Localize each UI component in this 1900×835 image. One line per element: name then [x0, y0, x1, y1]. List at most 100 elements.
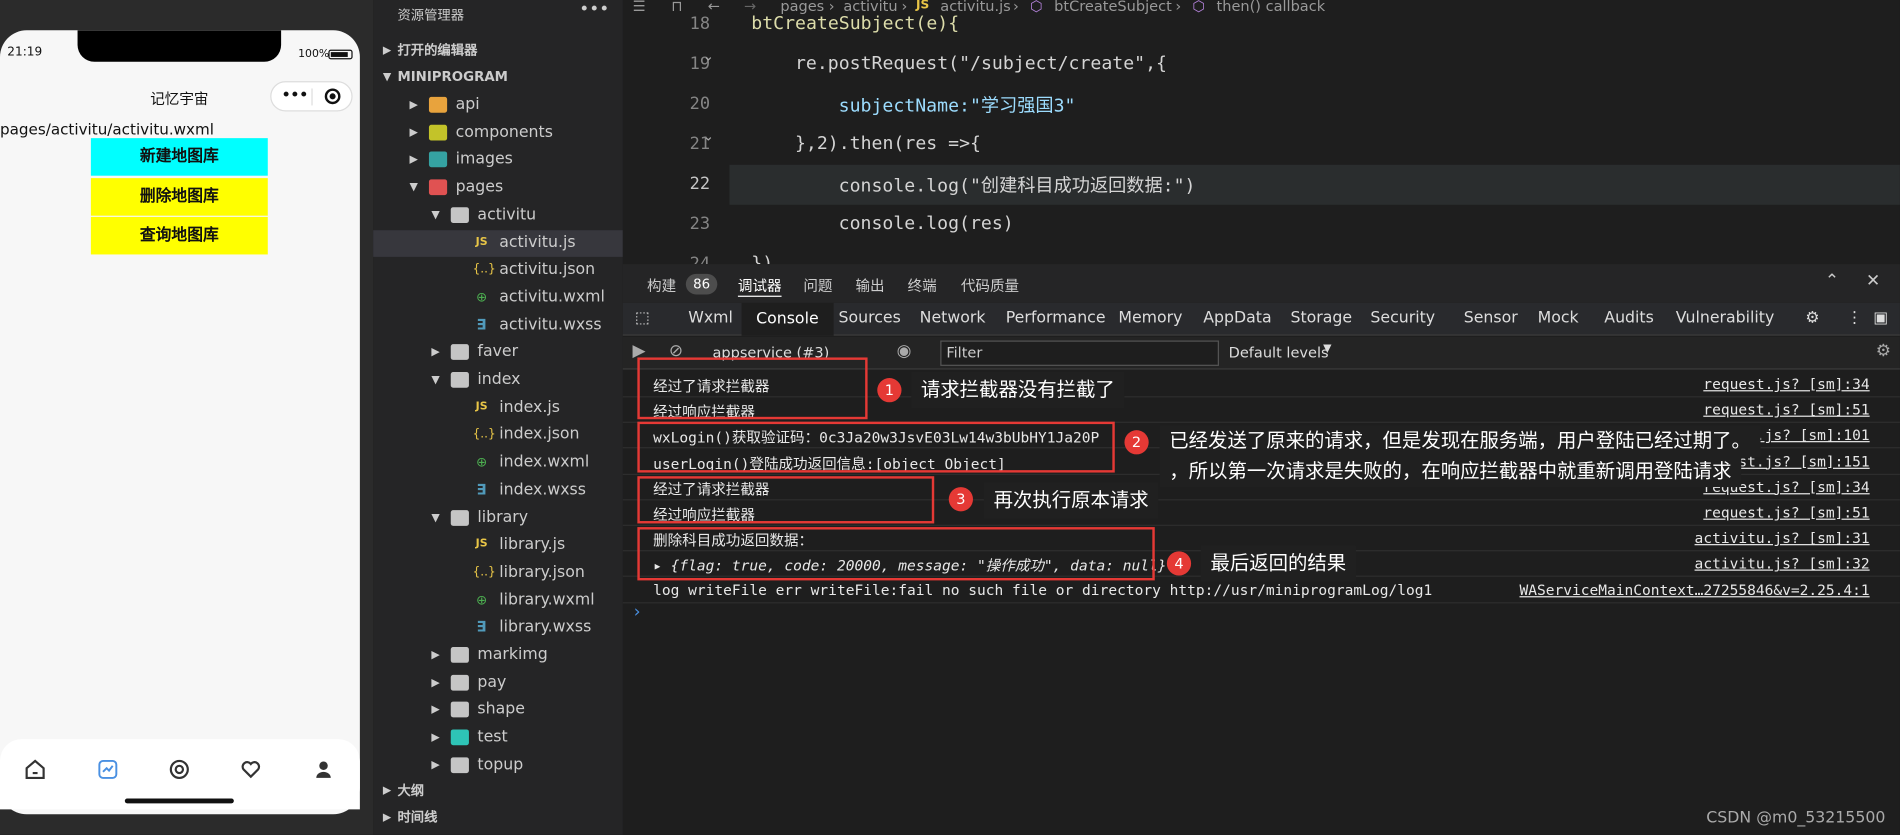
chevron-down-icon[interactable]: ▼ — [1323, 343, 1331, 355]
close-target-icon[interactable] — [324, 88, 341, 105]
tree-item[interactable]: ▶ api — [373, 92, 623, 119]
tree-item[interactable]: ⊕ activitu.wxml — [373, 285, 623, 312]
tree-item[interactable]: ∃ library.wxss — [373, 615, 623, 642]
tab-performance[interactable]: Performance — [1006, 309, 1106, 327]
tree-item[interactable]: JS library.js — [373, 532, 623, 559]
mini-program-capsule[interactable]: ••• — [270, 81, 353, 112]
tree-item[interactable]: ▶ pay — [373, 670, 623, 697]
home-icon[interactable] — [22, 757, 49, 784]
tab-code-quality[interactable]: 代码质量 — [961, 275, 1019, 296]
tree-item[interactable]: ⊕ index.wxml — [373, 450, 623, 477]
tree-item[interactable]: ▶ shape — [373, 697, 623, 724]
chevron-right-icon[interactable]: ▶ — [410, 147, 418, 174]
tree-item[interactable]: ▼ pages — [373, 175, 623, 202]
settings-icon[interactable]: ⚙ — [1805, 309, 1819, 327]
query-map-library-button[interactable]: 查询地图库 — [90, 216, 268, 255]
tree-item[interactable]: ∃ activitu.wxss — [373, 312, 623, 339]
tab-build[interactable]: 构建 — [647, 275, 676, 296]
tree-item[interactable]: ▼ activitu — [373, 202, 623, 229]
tree-item[interactable]: JS activitu.js — [373, 229, 623, 257]
console-source-link[interactable]: activitu.js? [sm]:32 — [1695, 555, 1870, 572]
tree-item[interactable]: ▼ index — [373, 367, 623, 394]
chevron-right-icon[interactable]: ▶ — [431, 642, 439, 669]
fold-icon[interactable]: ⌄ — [703, 128, 714, 144]
tab-sources[interactable]: Sources — [838, 309, 900, 327]
chevron-down-icon[interactable]: ▼ — [431, 367, 439, 394]
chevron-right-icon[interactable]: ▶ — [410, 92, 418, 119]
tree-item[interactable]: ▶ faver — [373, 340, 623, 367]
tab-memory[interactable]: Memory — [1118, 309, 1182, 327]
tab-storage[interactable]: Storage — [1290, 309, 1352, 327]
annotation-box-2 — [637, 421, 1115, 473]
console-source-link[interactable]: WAServiceMainContext…27255846&v=2.25.4:1 — [1519, 581, 1869, 598]
filter-input[interactable]: Filter — [940, 340, 1219, 366]
chevron-right-icon[interactable]: ▶ — [410, 120, 418, 147]
user-icon[interactable] — [310, 757, 337, 784]
code-editor[interactable]: ☰ ⊓ ← → pages › activitu › JS activitu.j… — [622, 0, 1900, 265]
bookmark-icon[interactable]: ⊓ — [671, 0, 682, 13]
breadcrumb-callback[interactable]: then() callback — [1217, 0, 1326, 13]
chevron-right-icon[interactable]: ▶ — [431, 725, 439, 752]
kebab-menu-icon[interactable]: ⋮ — [1847, 309, 1863, 327]
chevron-down-icon[interactable]: ▼ — [431, 202, 439, 229]
chevron-right-icon[interactable]: ▶ — [431, 752, 439, 779]
close-icon[interactable]: ✕ — [1866, 271, 1880, 290]
delete-map-library-button[interactable]: 删除地图库 — [90, 178, 268, 216]
section-miniprogram[interactable]: ▼ MINIPROGRAM — [373, 64, 623, 91]
line-number: 22 — [689, 174, 711, 194]
tree-item[interactable]: {..} activitu.json — [373, 257, 623, 284]
heart-icon[interactable] — [237, 757, 264, 784]
more-icon[interactable]: ••• — [281, 86, 309, 105]
eye-icon[interactable]: ◉ — [897, 342, 912, 361]
console-prompt[interactable]: › — [634, 602, 641, 621]
tree-item[interactable]: {..} index.json — [373, 422, 623, 449]
tab-terminal[interactable]: 终端 — [908, 275, 937, 296]
lifebuoy-icon[interactable] — [166, 757, 193, 784]
console-source-link[interactable]: request.js? [sm]:34 — [1703, 376, 1869, 393]
tab-console[interactable]: Console — [741, 302, 834, 336]
tab-appdata[interactable]: AppData — [1203, 309, 1271, 327]
tab-audits[interactable]: Audits — [1604, 309, 1654, 327]
breadcrumb-method[interactable]: btCreateSubject — [1054, 0, 1172, 13]
tree-item[interactable]: ▶ images — [373, 147, 623, 174]
console-source-link[interactable]: activitu.js? [sm]:31 — [1695, 530, 1870, 547]
section-open-editors[interactable]: ▶ 打开的编辑器 — [373, 38, 623, 65]
tree-item[interactable]: JS index.js — [373, 395, 623, 422]
more-actions-icon[interactable]: ••• — [579, 0, 609, 19]
tab-problems[interactable]: 问题 — [803, 275, 832, 296]
fold-icon[interactable]: ⌄ — [703, 48, 714, 64]
chevron-right-icon[interactable]: ▶ — [431, 697, 439, 724]
tree-item[interactable]: ▶ topup — [373, 752, 623, 779]
tab-vulnerability[interactable]: Vulnerability — [1676, 309, 1775, 327]
tree-item[interactable]: ▶ markimg — [373, 642, 623, 669]
chevron-right-icon[interactable]: ▶ — [431, 670, 439, 697]
chevron-right-icon[interactable]: ▶ — [431, 340, 439, 367]
back-icon[interactable]: ← — [708, 0, 720, 13]
tree-item[interactable]: {..} library.json — [373, 560, 623, 587]
log-levels-select[interactable]: Default levels — [1229, 344, 1329, 361]
chart-icon[interactable] — [95, 757, 122, 784]
tree-item[interactable]: ▼ library — [373, 505, 623, 532]
tree-item[interactable]: ▶ components — [373, 120, 623, 147]
tab-security[interactable]: Security — [1370, 309, 1435, 327]
tree-item[interactable]: ⊕ library.wxml — [373, 587, 623, 614]
tab-output[interactable]: 输出 — [855, 275, 884, 296]
tree-item[interactable]: ∃ index.wxss — [373, 477, 623, 504]
console-settings-icon[interactable]: ⚙ — [1876, 342, 1891, 361]
collapse-icon[interactable]: ⌃ — [1825, 271, 1839, 290]
create-map-library-button[interactable]: 新建地图库 — [90, 138, 268, 176]
dock-icon[interactable]: ▣ — [1873, 309, 1888, 327]
inspect-icon[interactable]: ⬚ — [635, 309, 650, 327]
tab-network[interactable]: Network — [920, 309, 986, 327]
section-timeline[interactable]: ▶ 时间线 — [373, 805, 623, 832]
console-source-link[interactable]: request.js? [sm]:51 — [1703, 504, 1869, 521]
tab-debugger[interactable]: 调试器 — [737, 275, 782, 297]
console-source-link[interactable]: request.js? [sm]:51 — [1703, 401, 1869, 418]
chevron-down-icon[interactable]: ▼ — [410, 175, 418, 202]
section-outline[interactable]: ▶ 大纲 — [373, 778, 623, 805]
tab-mock[interactable]: Mock — [1538, 309, 1579, 327]
tree-item[interactable]: ▶ test — [373, 725, 623, 752]
tab-sensor[interactable]: Sensor — [1464, 309, 1518, 327]
tab-wxml[interactable]: Wxml — [688, 309, 733, 327]
chevron-down-icon[interactable]: ▼ — [431, 505, 439, 532]
